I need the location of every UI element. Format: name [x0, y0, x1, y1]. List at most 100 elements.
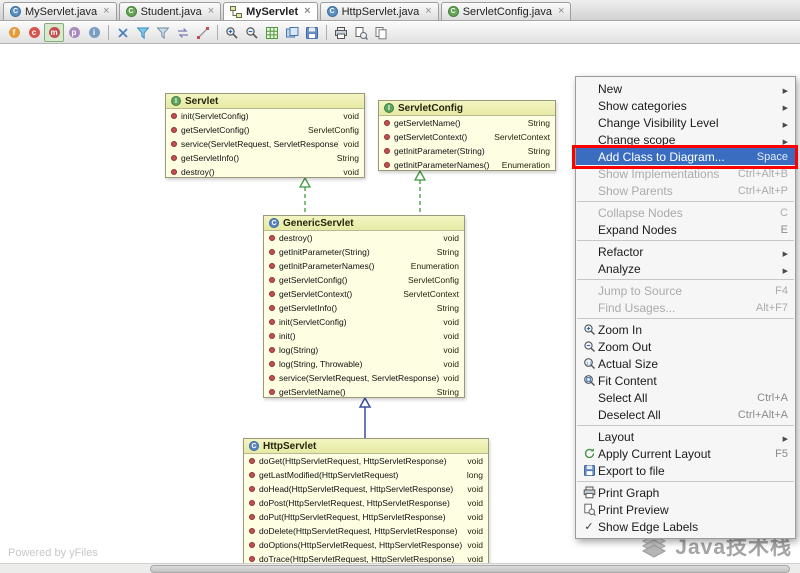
show-constructors-button[interactable]: c	[24, 23, 44, 42]
menu-item-add-class-to-diagram[interactable]: Add Class to Diagram... Space	[572, 145, 798, 169]
draw-edges-button[interactable]	[193, 23, 213, 42]
method-row[interactable]: destroy() void	[166, 165, 364, 179]
method-signature: getServletName()	[394, 118, 461, 128]
menu-item-show-edge-labels[interactable]: Show Edge Labels	[576, 518, 795, 535]
close-icon[interactable]	[425, 6, 431, 17]
method-row[interactable]: init(ServletConfig) void	[166, 109, 364, 123]
class-node-httpservlet[interactable]: HttpServlet doGet(HttpServletRequest, Ht…	[243, 438, 489, 563]
method-row[interactable]: doTrace(HttpServletRequest, HttpServletR…	[244, 552, 488, 563]
method-row[interactable]: getServletContext() ServletContext	[264, 287, 464, 301]
menu-item-export-to-file[interactable]: Export to file	[576, 462, 795, 479]
menu-item-apply-current-layout[interactable]: Apply Current Layout F5	[576, 445, 795, 462]
class-icon	[249, 441, 259, 451]
method-row[interactable]: log(String, Throwable) void	[264, 357, 464, 371]
method-row[interactable]: getServletInfo() String	[264, 301, 464, 315]
method-row[interactable]: log(String) void	[264, 343, 464, 357]
print-button[interactable]	[331, 23, 351, 42]
close-icon[interactable]	[103, 6, 109, 17]
method-row[interactable]: getServletName() String	[379, 116, 555, 130]
close-icon[interactable]	[558, 6, 564, 17]
print-preview-button[interactable]	[351, 23, 371, 42]
zoom-out-button[interactable]	[242, 23, 262, 42]
diagram-toolbar: f c m p i	[0, 22, 800, 44]
edge-filter-button[interactable]	[153, 23, 173, 42]
menu-item-print-preview[interactable]: Print Preview	[576, 501, 795, 518]
method-icon	[269, 375, 275, 381]
close-icon[interactable]	[304, 6, 310, 17]
show-methods-button[interactable]: m	[44, 23, 64, 42]
fit-content-button[interactable]	[262, 23, 282, 42]
method-row[interactable]: getInitParameter(String) String	[264, 245, 464, 259]
method-return-type: void	[443, 317, 459, 327]
class-node-servlet[interactable]: Servlet init(ServletConfig) void getServ…	[165, 93, 365, 178]
menu-item-label: Show Edge Labels	[598, 519, 699, 534]
method-row[interactable]: destroy() void	[264, 231, 464, 245]
menu-item-print-graph[interactable]: Print Graph	[576, 484, 795, 501]
menu-item-expand-nodes[interactable]: Expand Nodes E	[576, 221, 795, 238]
horizontal-scrollbar[interactable]	[0, 563, 800, 573]
actual-size-icon: 1:1	[580, 357, 598, 370]
show-properties-button[interactable]: p	[64, 23, 84, 42]
implements-edge-genericservlet-servletconfig[interactable]	[413, 169, 427, 215]
submenu-arrow-icon	[783, 82, 788, 96]
tab-myservlet-java[interactable]: MyServlet.java	[3, 2, 117, 20]
class-node-genericservlet[interactable]: GenericServlet destroy() void getInitPar…	[263, 215, 465, 398]
menu-item-analyze[interactable]: Analyze	[576, 260, 795, 277]
menu-item-show-categories[interactable]: Show categories	[576, 97, 795, 114]
method-row[interactable]: doHead(HttpServletRequest, HttpServletRe…	[244, 482, 488, 496]
extends-edge-httpservlet-genericservlet[interactable]	[358, 396, 372, 438]
method-row[interactable]: getLastModified(HttpServletRequest) long	[244, 468, 488, 482]
method-row[interactable]: getServletInfo() String	[166, 151, 364, 165]
menu-item-zoom-out[interactable]: Zoom Out	[576, 338, 795, 355]
method-row[interactable]: getServletConfig() ServletConfig	[166, 123, 364, 137]
method-row[interactable]: doPut(HttpServletRequest, HttpServletRes…	[244, 510, 488, 524]
method-row[interactable]: init(ServletConfig) void	[264, 315, 464, 329]
class-node-servletconfig[interactable]: ServletConfig getServletName() String ge…	[378, 100, 556, 171]
method-row[interactable]: doOptions(HttpServletRequest, HttpServle…	[244, 538, 488, 552]
tab-student-java[interactable]: Student.java	[118, 2, 222, 20]
show-fields-button[interactable]: f	[4, 23, 24, 42]
close-icon[interactable]	[208, 6, 214, 17]
remove-from-diagram-button[interactable]	[113, 23, 133, 42]
submenu-arrow-icon	[783, 430, 788, 444]
menu-item-new[interactable]: New	[576, 80, 795, 97]
method-signature: getServletContext()	[279, 289, 353, 299]
menu-item-change-visibility-level[interactable]: Change Visibility Level	[576, 114, 795, 131]
copy-diagram-button[interactable]	[371, 23, 391, 42]
submenu-arrow-icon	[783, 245, 788, 259]
menu-item-fit-content[interactable]: Fit Content	[576, 372, 795, 389]
swap-direction-button[interactable]	[173, 23, 193, 42]
tab-httpservlet-java[interactable]: HttpServlet.java	[319, 2, 439, 20]
menu-item-zoom-in[interactable]: Zoom In	[576, 321, 795, 338]
method-row[interactable]: doGet(HttpServletRequest, HttpServletRes…	[244, 454, 488, 468]
zoom-in-button[interactable]	[222, 23, 242, 42]
menu-item-refactor[interactable]: Refactor	[576, 243, 795, 260]
method-row[interactable]: getServletName() String	[264, 385, 464, 399]
method-row[interactable]: init() void	[264, 329, 464, 343]
arrows-icon	[178, 27, 188, 38]
method-row[interactable]: getInitParameter(String) String	[379, 144, 555, 158]
method-row[interactable]: getInitParameterNames() Enumeration	[264, 259, 464, 273]
show-inner-classes-button[interactable]: i	[84, 23, 104, 42]
method-row[interactable]: getServletContext() ServletContext	[379, 130, 555, 144]
method-icon	[171, 169, 177, 175]
actual-size-button[interactable]	[282, 23, 302, 42]
menu-item-layout[interactable]: Layout	[576, 428, 795, 445]
method-row[interactable]: doDelete(HttpServletRequest, HttpServlet…	[244, 524, 488, 538]
menu-item-deselect-all[interactable]: Deselect All Ctrl+Alt+A	[576, 406, 795, 423]
menu-item-actual-size[interactable]: 1:1 Actual Size	[576, 355, 795, 372]
scrollbar-thumb[interactable]	[150, 565, 790, 573]
tab-servletconfig-java[interactable]: ServletConfig.java	[440, 2, 572, 20]
method-row[interactable]: getServletConfig() ServletConfig	[264, 273, 464, 287]
menu-item-select-all[interactable]: Select All Ctrl+A	[576, 389, 795, 406]
tab-myservlet-diagram[interactable]: MyServlet	[223, 2, 318, 20]
implements-edge-genericservlet-servlet[interactable]	[298, 176, 312, 215]
method-row[interactable]: service(ServletRequest, ServletResponse)…	[264, 371, 464, 385]
dependencies-filter-button[interactable]	[133, 23, 153, 42]
method-row[interactable]: getInitParameterNames() Enumeration	[379, 158, 555, 172]
method-row[interactable]: service(ServletRequest, ServletResponse)…	[166, 137, 364, 151]
menu-item-shortcut: Ctrl+Alt+B	[737, 167, 788, 180]
save-diagram-button[interactable]	[302, 23, 322, 42]
method-row[interactable]: doPost(HttpServletRequest, HttpServletRe…	[244, 496, 488, 510]
menu-item-change-scope[interactable]: Change scope	[576, 131, 795, 148]
